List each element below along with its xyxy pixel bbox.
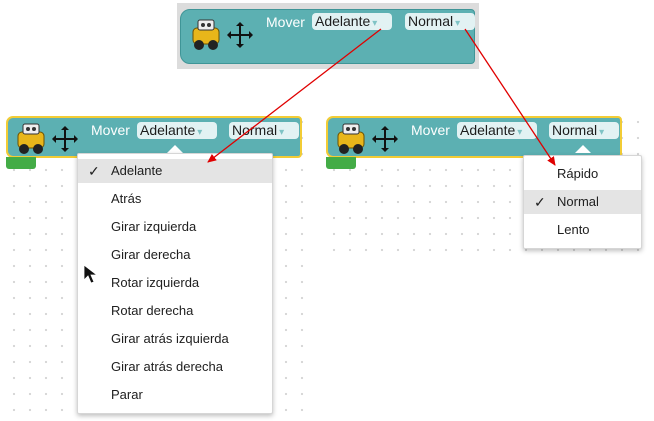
menu-item-rotar-izquierda[interactable]: Rotar izquierda [78,271,272,295]
speed-dropdown[interactable]: Normal ▾ [549,122,619,139]
menu-item-atras[interactable]: Atrás [78,187,272,211]
speed-dropdown[interactable]: Normal ▾ [405,13,475,30]
menu-item-lento[interactable]: Lento [524,218,641,242]
speed-menu: Rápido ✓ Normal Lento [523,155,642,249]
block-connector-tab [6,157,36,169]
dropdown-pointer [575,145,591,153]
direction-value: Adelante [140,122,196,138]
dropdown-arrow-icon: ▾ [197,127,203,138]
mover-block-left[interactable]: Mover Adelante ▾ Normal ▾ [6,116,302,169]
speed-value: Normal [232,122,278,138]
direction-value: Adelante [315,13,371,29]
speed-value: Normal [552,122,598,138]
menu-item-girar-atras-derecha[interactable]: Girar atrás derecha [78,355,272,379]
menu-item-normal[interactable]: ✓ Normal [524,190,641,214]
menu-item-adelante[interactable]: ✓ Adelante [78,159,272,183]
direction-dropdown[interactable]: Adelante ▾ [137,122,217,139]
menu-item-rotar-derecha[interactable]: Rotar derecha [78,299,272,323]
robot-icon [337,123,398,154]
robot-body [192,19,220,50]
robot-body [17,123,45,154]
dropdown-arrow-icon: ▾ [517,127,523,138]
dropdown-pointer [167,145,183,153]
block-connector-tab [326,157,356,169]
block-label: Mover [91,122,130,138]
menu-item-girar-izquierda[interactable]: Girar izquierda [78,215,272,239]
checkmark-icon: ✓ [88,163,100,179]
move-arrows-icon [52,126,78,152]
menu-item-girar-atras-izquierda[interactable]: Girar atrás izquierda [78,327,272,351]
dropdown-arrow-icon: ▾ [279,127,285,138]
move-arrows-icon [227,22,253,48]
direction-dropdown[interactable]: Adelante ▾ [312,13,392,30]
menu-item-parar[interactable]: Parar [78,383,272,407]
direction-menu: ✓ Adelante Atrás Girar izquierda Girar d… [77,153,273,414]
direction-dropdown[interactable]: Adelante ▾ [457,122,537,139]
block-label: Mover [411,122,450,138]
direction-value: Adelante [460,122,516,138]
move-arrows-icon [372,126,398,152]
dropdown-arrow-icon: ▾ [372,18,378,29]
block-label: Mover [266,14,305,30]
menu-item-girar-derecha[interactable]: Girar derecha [78,243,272,267]
speed-dropdown[interactable]: Normal ▾ [229,122,299,139]
robot-body [337,123,365,154]
speed-value: Normal [408,13,454,29]
top-workspace: Mover Adelante ▾ Normal ▾ [177,3,479,69]
dropdown-arrow-icon: ▾ [455,18,461,29]
checkmark-icon: ✓ [534,194,546,210]
mover-block-top[interactable]: Mover Adelante ▾ Normal ▾ [180,9,475,64]
menu-item-rapido[interactable]: Rápido [524,162,641,186]
robot-icon [192,19,253,50]
robot-icon [17,123,78,154]
dropdown-arrow-icon: ▾ [599,127,605,138]
